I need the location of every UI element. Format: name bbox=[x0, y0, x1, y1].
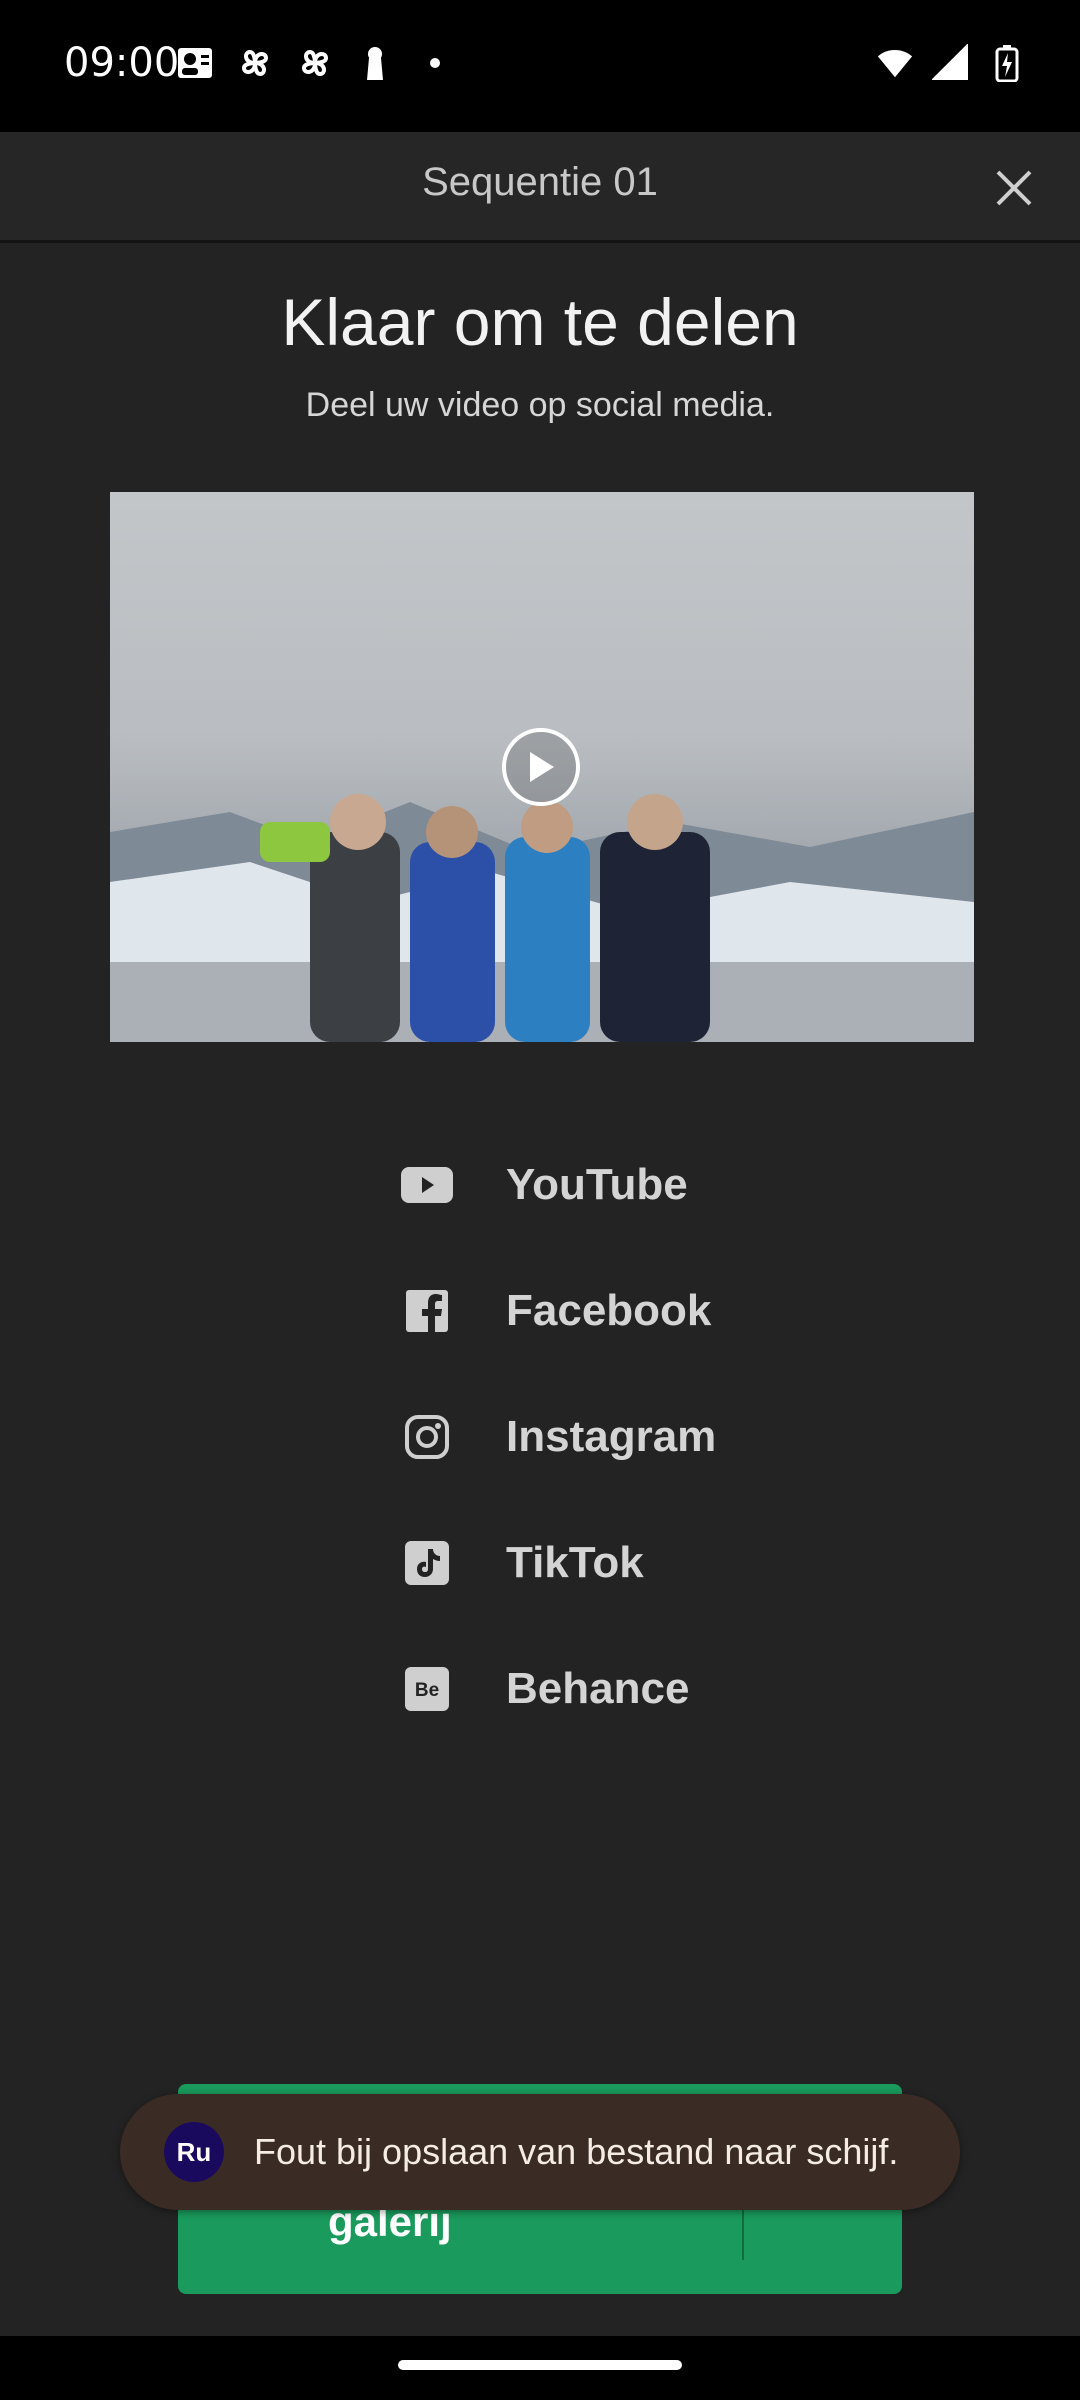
facebook-icon bbox=[400, 1284, 454, 1338]
header: Sequentie 01 bbox=[0, 132, 1080, 243]
share-label: YouTube bbox=[506, 1160, 688, 1209]
pinwheel-icon bbox=[296, 44, 334, 82]
share-instagram[interactable]: Instagram bbox=[400, 1374, 716, 1500]
video-thumbnail bbox=[110, 794, 974, 1042]
share-facebook[interactable]: Facebook bbox=[400, 1248, 716, 1374]
keyhole-icon bbox=[356, 44, 394, 82]
share-tiktok[interactable]: TikTok bbox=[400, 1500, 716, 1626]
share-youtube[interactable]: YouTube bbox=[400, 1122, 716, 1248]
tiktok-icon bbox=[400, 1536, 454, 1590]
share-options-list: YouTube Facebook Instagram TikTok Be Beh… bbox=[400, 1122, 716, 1752]
app-avatar: Ru bbox=[164, 2122, 224, 2182]
close-button[interactable] bbox=[984, 158, 1044, 218]
status-time: 09:00 bbox=[64, 40, 180, 86]
page-title: Klaar om te delen bbox=[281, 285, 799, 359]
share-label: TikTok bbox=[506, 1538, 644, 1587]
toast-message: Fout bij opslaan van bestand naar schijf… bbox=[254, 2131, 899, 2172]
status-bar: 09:00 bbox=[0, 0, 1080, 132]
share-label: Facebook bbox=[506, 1286, 712, 1335]
instagram-icon bbox=[400, 1410, 454, 1464]
video-preview[interactable] bbox=[110, 492, 974, 1042]
share-label: Behance bbox=[506, 1664, 690, 1713]
signal-icon bbox=[932, 44, 970, 82]
wifi-icon bbox=[876, 44, 914, 82]
close-icon bbox=[996, 170, 1032, 206]
dot-icon bbox=[416, 44, 454, 82]
pinwheel-icon bbox=[236, 44, 274, 82]
play-button[interactable] bbox=[502, 728, 580, 806]
youtube-icon bbox=[400, 1158, 454, 1212]
error-toast: Ru Fout bij opslaan van bestand naar sch… bbox=[120, 2094, 960, 2210]
home-gesture-handle[interactable] bbox=[398, 2360, 682, 2370]
page-subtitle: Deel uw video op social media. bbox=[305, 386, 775, 424]
share-label: Instagram bbox=[506, 1412, 717, 1461]
share-behance[interactable]: Be Behance bbox=[400, 1626, 716, 1752]
svg-text:Be: Be bbox=[415, 1680, 439, 1701]
portrait-icon bbox=[176, 44, 214, 82]
behance-icon: Be bbox=[400, 1662, 454, 1716]
battery-charging-icon bbox=[988, 44, 1026, 82]
navigation-bar bbox=[0, 2336, 1080, 2400]
play-icon bbox=[530, 752, 554, 782]
sequence-title: Sequentie 01 bbox=[422, 160, 658, 204]
